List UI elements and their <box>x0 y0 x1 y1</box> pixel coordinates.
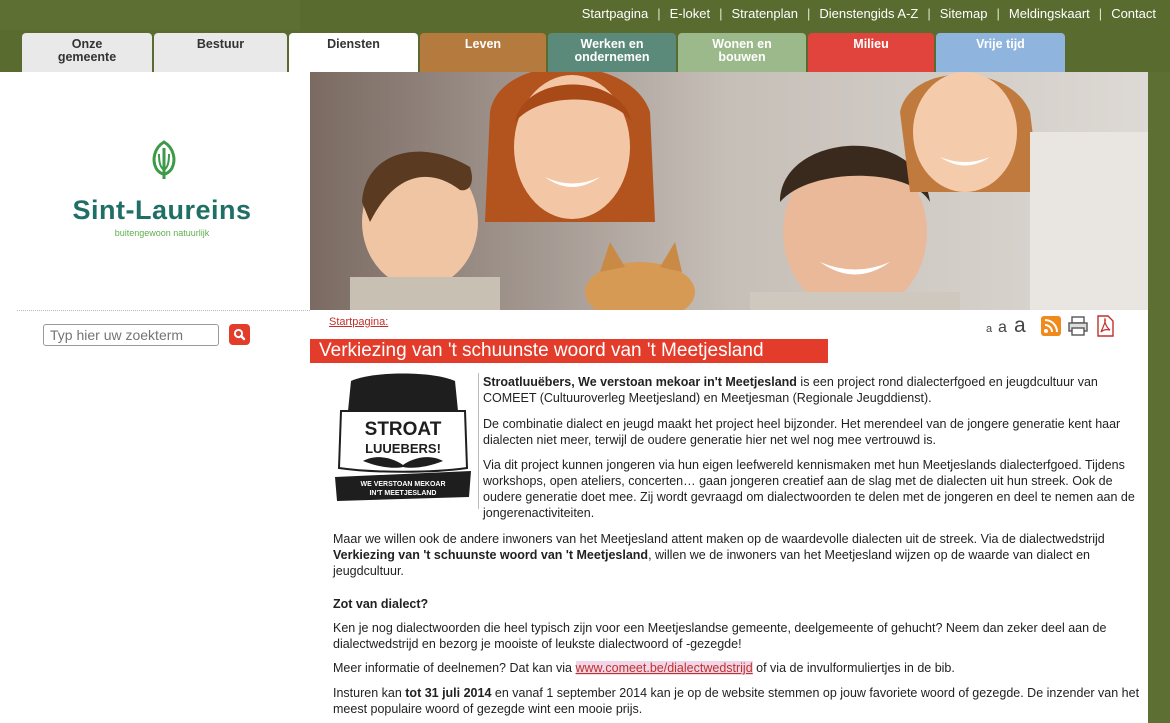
paragraph-6: Meer informatie of deelnemen? Dat kan vi… <box>333 660 1143 676</box>
font-size-large[interactable]: a <box>1014 314 1026 338</box>
tab-label: Leven <box>464 37 502 51</box>
font-size-medium[interactable]: a <box>998 319 1007 337</box>
toplink-meldingskaart[interactable]: Meldingskaart <box>1009 6 1090 21</box>
separator: | <box>719 6 723 21</box>
rss-icon[interactable] <box>1041 316 1061 336</box>
main-nav: Onze gemeente Bestuur Diensten Leven Werk… <box>0 30 1170 72</box>
tab-label: Diensten <box>327 37 380 51</box>
tab-label: bouwen <box>718 50 766 64</box>
tab-vrije-tijd[interactable]: Vrije tijd <box>936 33 1065 72</box>
search-button[interactable] <box>229 324 250 345</box>
toplink-startpagina[interactable]: Startpagina <box>582 6 649 21</box>
separator: | <box>806 6 811 21</box>
pdf-icon[interactable] <box>1095 315 1115 337</box>
tab-bestuur[interactable]: Bestuur <box>154 33 287 72</box>
tab-label: Milieu <box>853 37 889 51</box>
p6-text-end: of via de invulformuliertjes in de bib. <box>752 661 955 675</box>
tab-onze-gemeente[interactable]: Onze gemeente <box>22 33 152 72</box>
paragraph-4: Maar we willen ook de andere inwoners va… <box>333 531 1143 579</box>
intro-paragraph: Stroatluuëbers, We verstoan mekoar in't … <box>483 374 1143 406</box>
logo-title: Sint-Laureins <box>72 195 252 225</box>
tab-wonen-en-bouwen[interactable]: Wonen en bouwen <box>678 33 806 72</box>
paragraph-3: Via dit project kunnen jongeren via hun … <box>483 458 1135 520</box>
stroat-text: STROAT <box>365 419 442 440</box>
stroat-luuebers-logo: STROAT LUUEBERS! WE VERSTOAN MEKOAR IN'T… <box>335 373 471 501</box>
logo-subtitle: buitengewoon natuurlijk <box>114 228 210 238</box>
comeet-link[interactable]: www.comeet.be/dialectwedstrijd <box>575 661 753 675</box>
top-links: Startpagina | E-loket | Stratenplan | Diensten… <box>582 6 1156 21</box>
family-photo-image <box>310 72 1148 310</box>
section-heading: Zot van dialect? <box>333 597 429 611</box>
separator: | <box>657 6 661 21</box>
separator: | <box>1098 6 1103 21</box>
top-bar-left <box>0 0 300 30</box>
p7-text: Insturen kan <box>333 686 406 700</box>
leaf-logo-icon <box>152 140 176 179</box>
toplink-sitemap[interactable]: Sitemap <box>940 6 988 21</box>
p7-bold: tot 31 juli 2014 <box>405 686 492 700</box>
tab-leven[interactable]: Leven <box>420 33 546 72</box>
search-icon <box>233 328 246 341</box>
tab-label: Bestuur <box>196 37 245 51</box>
breadcrumb[interactable]: Startpagina: <box>329 316 388 328</box>
tab-diensten[interactable]: Diensten <box>289 33 418 72</box>
tab-label: gemeente <box>57 50 117 64</box>
tab-milieu[interactable]: Milieu <box>808 33 934 72</box>
left-column: Sint-Laureins buitengewoon natuurlijk <box>17 72 310 723</box>
divider <box>478 373 479 509</box>
separator: | <box>996 6 1000 21</box>
p4-bold: Verkiezing van 't schuunste woord van 't… <box>333 548 649 562</box>
top-bar: Startpagina | E-loket | Stratenplan | Diensten… <box>0 0 1170 30</box>
toplink-dienstengids[interactable]: Dienstengids A-Z <box>819 6 918 21</box>
site-logo[interactable]: Sint-Laureins buitengewoon natuurlijk <box>17 72 310 310</box>
toplink-e-loket[interactable]: E-loket <box>670 6 710 21</box>
ribbon-text-1: WE VERSTOAN MEKOAR <box>360 481 445 488</box>
toplink-stratenplan[interactable]: Stratenplan <box>731 6 798 21</box>
paragraph-7: Insturen kan tot 31 juli 2014 en vanaf 1… <box>333 685 1143 717</box>
page-title: Verkiezing van 't schuunste woord van 't… <box>310 339 828 363</box>
font-size-small[interactable]: a <box>986 323 992 335</box>
luuebers-text: LUUEBERS! <box>365 441 441 456</box>
toplink-contact[interactable]: Contact <box>1111 6 1156 21</box>
p6-text: Meer informatie of deelnemen? Dat kan vi… <box>333 661 576 675</box>
divider <box>17 310 310 311</box>
banner-photo <box>310 72 1148 310</box>
tab-label: ondernemen <box>574 50 650 64</box>
print-icon[interactable] <box>1067 315 1089 337</box>
p4-text: Maar we willen ook de andere inwoners va… <box>333 532 1105 546</box>
paragraph-2: De combinatie dialect en jeugd maakt het… <box>483 417 1121 447</box>
search-input[interactable] <box>43 324 219 346</box>
project-name: Stroatluuëbers, We verstoan mekoar in't … <box>483 375 797 389</box>
ribbon-text-2: IN'T MEETJESLAND <box>369 490 436 497</box>
tab-werken-en-ondernemen[interactable]: Werken en ondernemen <box>548 33 676 72</box>
tab-label: Vrije tijd <box>976 37 1025 51</box>
paragraph-5: Ken je nog dialectwoorden die heel typis… <box>333 621 1107 651</box>
separator: | <box>927 6 931 21</box>
right-rail <box>1148 72 1170 723</box>
